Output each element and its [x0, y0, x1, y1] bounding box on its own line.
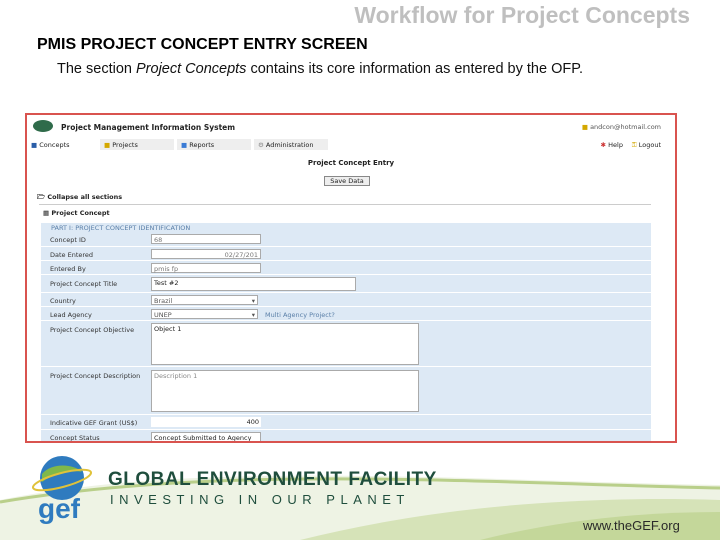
user-email-text: andcon@hotmail.com: [590, 123, 661, 131]
org-tagline: INVESTING IN OUR PLANET: [110, 492, 410, 507]
field-label: Country: [50, 297, 76, 305]
entered-by-input[interactable]: pmis fp: [151, 263, 261, 273]
row-objective: Project Concept Objective Object 1: [41, 321, 651, 367]
tab-administration[interactable]: ⚙ Administration: [254, 139, 328, 150]
folder-icon: 🗁: [37, 193, 46, 201]
collapse-label: Collapse all sections: [47, 193, 123, 201]
row-country: Country Brazil ▾: [41, 293, 651, 307]
row-title: Project Concept Title Test #2: [41, 275, 651, 293]
tab-label: Administration: [265, 141, 314, 149]
app-title: Project Management Information System: [61, 123, 236, 132]
tab-label: Reports: [189, 141, 215, 149]
row-lead-agency: Lead Agency UNEP ▾ Multi Agency Project?: [41, 307, 651, 321]
country-select[interactable]: Brazil ▾: [151, 295, 258, 305]
help-link[interactable]: ✱ Help: [601, 141, 623, 149]
website-url[interactable]: www.theGEF.org: [583, 518, 680, 533]
pmis-logo-icon: [33, 120, 53, 132]
para-text-end: contains its core information as entered…: [246, 61, 584, 77]
logout-link[interactable]: ⚿ Logout: [632, 141, 661, 150]
row-date-entered: Date Entered 02/27/201: [41, 247, 651, 261]
tab-label: Projects: [112, 141, 138, 149]
user-icon: ■: [581, 123, 588, 131]
para-emphasis: Project Concepts: [136, 61, 247, 77]
description-textarea[interactable]: Description 1: [151, 370, 419, 412]
chevron-down-icon: ▾: [251, 297, 255, 305]
field-label: Date Entered: [50, 251, 94, 259]
field-label: Project Concept Description: [50, 372, 141, 380]
row-concept-id: Concept ID 68: [41, 232, 651, 247]
tab-concepts[interactable]: ■ Concepts: [27, 139, 74, 150]
help-icon: ✱: [600, 141, 607, 149]
section-project-concept[interactable]: ▦ Project Concept: [43, 209, 110, 217]
multi-agency-link[interactable]: Multi Agency Project?: [265, 311, 335, 319]
pmis-screenshot: Project Management Information System ■ …: [25, 113, 677, 443]
part-heading: PART I: PROJECT CONCEPT IDENTIFICATION: [51, 224, 191, 232]
field-label: Lead Agency: [50, 311, 92, 319]
field-label: Indicative GEF Grant (US$): [50, 419, 138, 427]
field-label: Concept ID: [50, 236, 86, 244]
lead-agency-value: UNEP: [154, 311, 172, 319]
lead-agency-select[interactable]: UNEP ▾: [151, 309, 258, 319]
grant-input[interactable]: 400: [151, 417, 261, 427]
save-data-button[interactable]: Save Data: [324, 176, 370, 186]
tab-reports[interactable]: ■ Reports: [177, 139, 251, 150]
logout-label: Logout: [638, 141, 661, 149]
svg-text:gef: gef: [38, 493, 81, 524]
field-label: Entered By: [50, 265, 86, 273]
description-paragraph: The section Project Concepts contains it…: [57, 59, 617, 80]
field-label: Project Concept Title: [50, 280, 118, 288]
user-email: ■ andcon@hotmail.com: [582, 123, 661, 131]
org-name: GLOBAL ENVIRONMENT FACILITY: [108, 469, 437, 490]
subheading: PMIS PROJECT CONCEPT ENTRY SCREEN: [37, 36, 368, 53]
field-label: Project Concept Objective: [50, 326, 135, 334]
section-label: Project Concept: [51, 209, 110, 217]
row-grant: Indicative GEF Grant (US$) 400: [41, 415, 651, 430]
para-text: The section: [57, 61, 136, 77]
objective-textarea[interactable]: Object 1: [151, 323, 419, 365]
tab-projects[interactable]: ■ Projects: [100, 139, 174, 150]
section-icon: ▦: [43, 209, 50, 217]
date-entered-input[interactable]: 02/27/201: [151, 249, 261, 259]
chevron-down-icon: ▾: [251, 311, 255, 319]
country-value: Brazil: [154, 297, 173, 305]
slide-title: Workflow for Project Concepts: [354, 2, 690, 28]
tab-label: Concepts: [39, 141, 70, 149]
concept-id-input[interactable]: 68: [151, 234, 261, 244]
key-icon: ⚿: [631, 141, 637, 149]
title-input[interactable]: Test #2: [151, 277, 356, 291]
row-entered-by: Entered By pmis fp: [41, 261, 651, 275]
row-description: Project Concept Description Description 1: [41, 367, 651, 415]
page-title: Project Concept Entry: [307, 159, 395, 167]
gef-logo: gef: [31, 456, 93, 524]
help-label: Help: [608, 141, 623, 149]
collapse-all-sections[interactable]: 🗁 Collapse all sections: [37, 193, 122, 204]
